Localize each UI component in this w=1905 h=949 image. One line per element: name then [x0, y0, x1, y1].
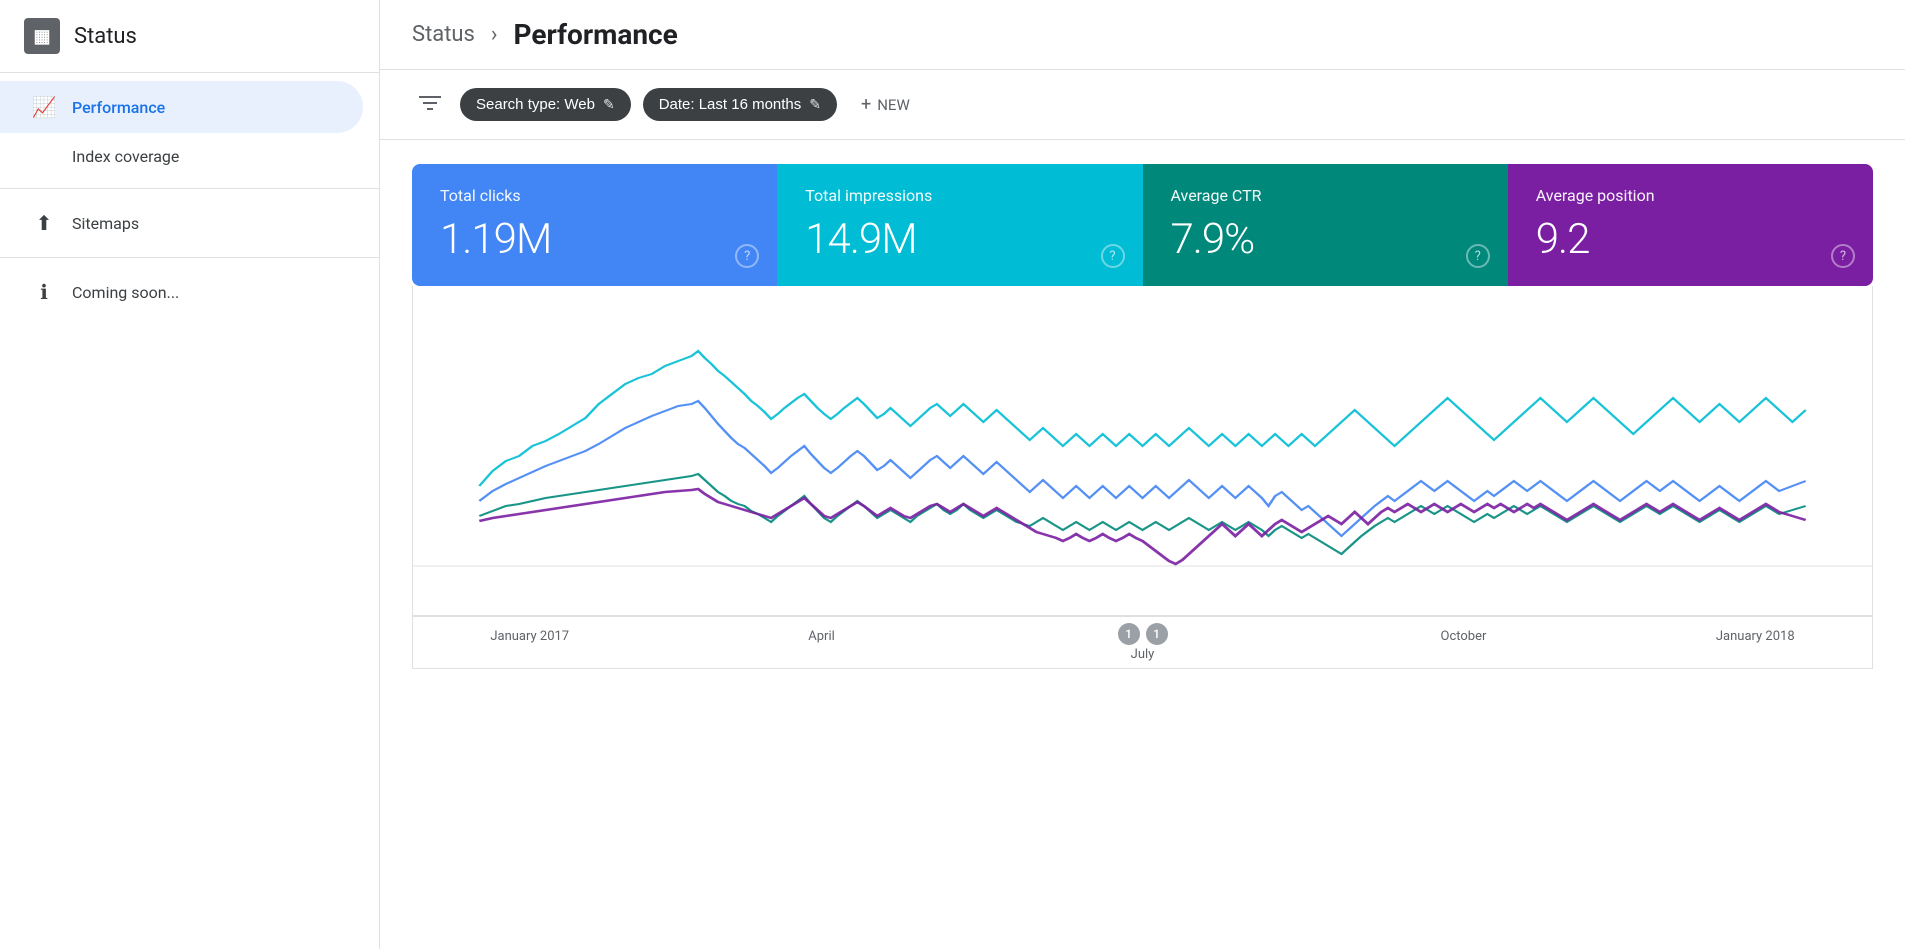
position-label: Average position [1536, 186, 1845, 205]
date-filter-button[interactable]: Date: Last 16 months ✎ [643, 88, 837, 121]
main-content: Status › Performance Search type: Web ✎ … [380, 0, 1905, 949]
ctr-help-icon[interactable]: ? [1466, 244, 1490, 268]
date-edit-icon: ✎ [809, 96, 821, 113]
sidebar-title: Status [74, 24, 137, 49]
toolbar: Search type: Web ✎ Date: Last 16 months … [380, 70, 1905, 140]
metrics-row: Total clicks 1.19M ? Total impressions 1… [412, 164, 1873, 286]
breadcrumb-parent: Status [412, 22, 475, 47]
clicks-help-icon[interactable]: ? [735, 244, 759, 268]
sidebar-label-sitemaps: Sitemaps [72, 214, 139, 233]
ctr-value: 7.9% [1171, 215, 1480, 264]
date-label: Date: Last 16 months [659, 96, 802, 113]
sitemaps-icon: ⬆ [32, 211, 56, 235]
logo-icon: ▦ [33, 26, 50, 47]
search-type-button[interactable]: Search type: Web ✎ [460, 88, 631, 121]
x-label-july: 1 1 July [1118, 623, 1168, 662]
chart-container: January 2017 April 1 1 July October Janu… [412, 286, 1873, 669]
position-help-icon[interactable]: ? [1831, 244, 1855, 268]
filter-icon [419, 93, 441, 117]
page-title: Performance [514, 18, 678, 51]
info-icon: ℹ [32, 280, 56, 304]
ctr-label: Average CTR [1171, 186, 1480, 205]
x-label-april: April [808, 629, 835, 644]
x-label-jan2017: January 2017 [490, 629, 569, 644]
breadcrumb-separator: › [491, 22, 498, 47]
app-logo: ▦ [24, 18, 60, 54]
event-badge-2: 1 [1146, 623, 1168, 645]
position-value: 9.2 [1536, 215, 1845, 264]
metric-card-clicks[interactable]: Total clicks 1.19M ? [412, 164, 777, 286]
impressions-help-icon[interactable]: ? [1101, 244, 1125, 268]
page-header: Status › Performance [380, 0, 1905, 70]
plus-icon: + [861, 94, 871, 115]
sidebar-item-coming-soon[interactable]: ℹ Coming soon... [0, 266, 363, 318]
sidebar-item-index-coverage[interactable]: Index coverage [0, 133, 363, 180]
filter-button[interactable] [412, 87, 448, 123]
impressions-label: Total impressions [805, 186, 1114, 205]
sidebar-header: ▦ Status [0, 0, 379, 73]
search-type-edit-icon: ✎ [603, 96, 615, 113]
metric-card-ctr[interactable]: Average CTR 7.9% ? [1143, 164, 1508, 286]
event-badge-1: 1 [1118, 623, 1140, 645]
search-type-label: Search type: Web [476, 96, 595, 113]
sidebar: ▦ Status 📈 Performance Index coverage ⬆ … [0, 0, 380, 949]
x-label-jan2018: January 2018 [1716, 629, 1795, 644]
x-label-october: October [1441, 629, 1487, 644]
sidebar-divider-2 [0, 257, 379, 258]
clicks-value: 1.19M [440, 215, 749, 264]
sidebar-item-performance[interactable]: 📈 Performance [0, 81, 363, 133]
chart-svg [413, 286, 1872, 616]
clicks-label: Total clicks [440, 186, 749, 205]
chart-wrapper [413, 286, 1872, 616]
metric-card-impressions[interactable]: Total impressions 14.9M ? [777, 164, 1142, 286]
sidebar-label-coming-soon: Coming soon... [72, 283, 179, 302]
sidebar-label-index-coverage: Index coverage [72, 147, 179, 166]
sidebar-divider [0, 188, 379, 189]
performance-icon: 📈 [32, 95, 56, 119]
metric-card-position[interactable]: Average position 9.2 ? [1508, 164, 1873, 286]
sidebar-item-sitemaps[interactable]: ⬆ Sitemaps [0, 197, 363, 249]
impressions-value: 14.9M [805, 215, 1114, 264]
sidebar-nav: 📈 Performance Index coverage ⬆ Sitemaps … [0, 73, 379, 318]
sidebar-label-performance: Performance [72, 98, 165, 117]
new-label: NEW [877, 96, 910, 114]
new-filter-button[interactable]: + NEW [849, 86, 922, 123]
x-axis: January 2017 April 1 1 July October Janu… [413, 616, 1872, 668]
